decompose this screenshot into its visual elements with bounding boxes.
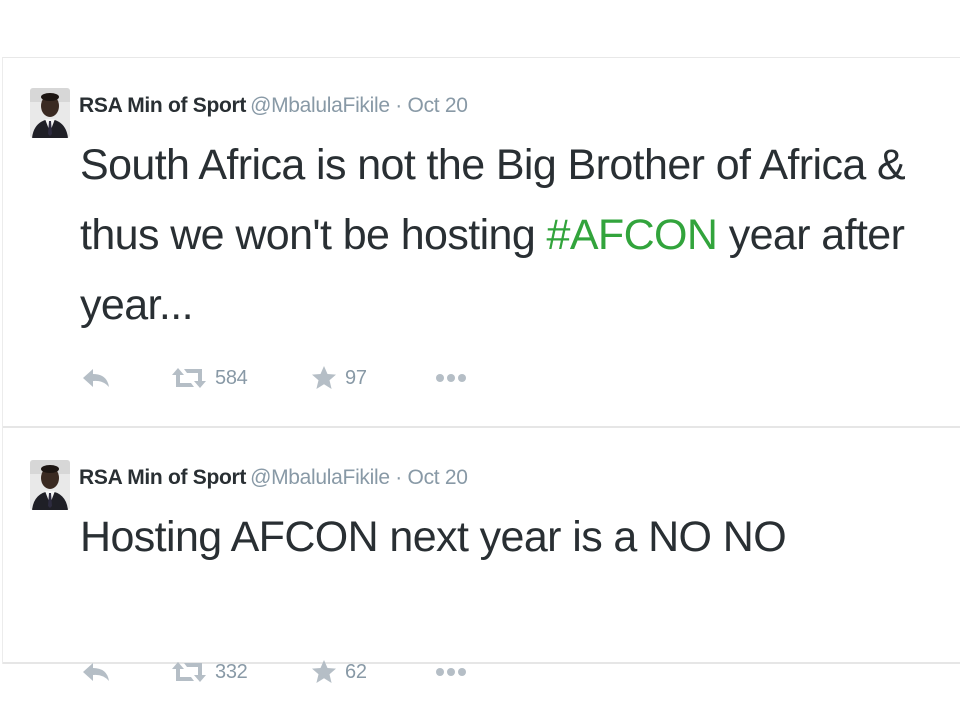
author-handle[interactable]: @MbalulaFikile (250, 466, 390, 489)
star-icon (312, 366, 336, 389)
screenshot-canvas: RSA Min of Sport @MbalulaFikile · Oct 20 … (0, 0, 960, 720)
tweet-date[interactable]: Oct 20 (408, 94, 468, 117)
retweet-button[interactable]: 332 (171, 657, 248, 687)
tweet-header: RSA Min of Sport @MbalulaFikile · Oct 20 (79, 465, 468, 491)
author-name[interactable]: RSA Min of Sport (79, 466, 246, 489)
tweet-actions: 584 97 (81, 363, 501, 393)
tweet-item[interactable]: RSA Min of Sport @MbalulaFikile · Oct 20 … (3, 430, 960, 683)
reply-icon (83, 369, 109, 387)
tweet-timeline: RSA Min of Sport @MbalulaFikile · Oct 20 … (2, 57, 960, 683)
author-handle[interactable]: @MbalulaFikile (250, 94, 390, 117)
profile-photo-icon (30, 88, 70, 138)
favorite-button[interactable]: 62 (311, 657, 367, 687)
retweet-button[interactable]: 584 (171, 363, 248, 393)
tweet-date[interactable]: Oct 20 (408, 466, 468, 489)
reply-button[interactable] (81, 657, 111, 687)
avatar[interactable] (30, 88, 70, 138)
retweet-icon (172, 662, 206, 682)
retweet-icon (172, 368, 206, 388)
meta-separator: · (395, 94, 402, 117)
tweet-text: South Africa is not the Big Brother of A… (80, 130, 940, 340)
avatar[interactable] (30, 460, 70, 510)
more-options-button[interactable] (434, 657, 468, 687)
reply-icon (83, 663, 109, 681)
reply-button[interactable] (81, 363, 111, 393)
author-name[interactable]: RSA Min of Sport (79, 94, 246, 117)
favorite-button[interactable]: 97 (311, 363, 367, 393)
favorite-count: 62 (345, 660, 367, 683)
more-dots-icon (436, 374, 466, 382)
more-options-button[interactable] (434, 363, 468, 393)
tweet-actions: 332 62 (81, 657, 501, 687)
tweet-text: Hosting AFCON next year is a NO NO (80, 513, 787, 561)
meta-separator: · (395, 466, 402, 489)
tweet-item[interactable]: RSA Min of Sport @MbalulaFikile · Oct 20 … (3, 58, 960, 428)
hashtag-link[interactable]: #AFCON (547, 211, 718, 259)
tweet-header: RSA Min of Sport @MbalulaFikile · Oct 20 (79, 93, 468, 119)
more-dots-icon (436, 668, 466, 676)
favorite-count: 97 (345, 366, 367, 389)
retweet-count: 332 (215, 660, 248, 683)
profile-photo-icon (30, 460, 70, 510)
star-icon (312, 660, 336, 683)
retweet-count: 584 (215, 366, 248, 389)
